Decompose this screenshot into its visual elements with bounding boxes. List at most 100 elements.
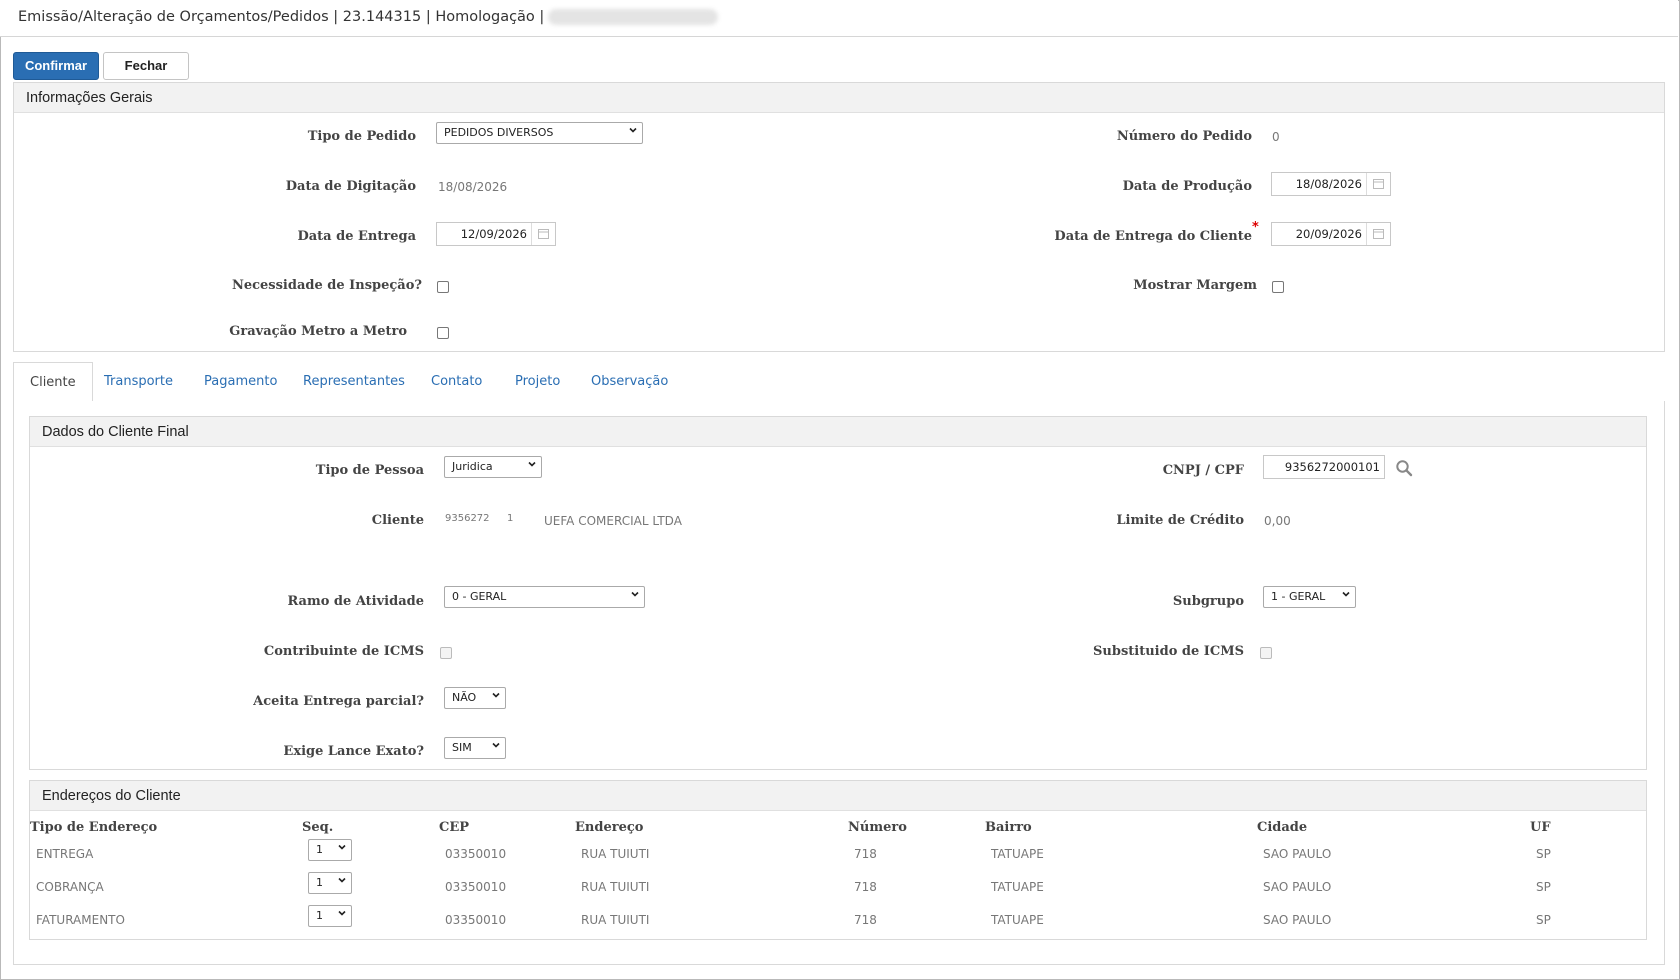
- data-digitacao-value: 18/08/2026: [438, 180, 508, 194]
- row-endereco: RUA TUIUTI: [581, 913, 650, 927]
- calendar-icon[interactable]: [531, 223, 555, 245]
- chevron-down-icon: [1342, 591, 1350, 597]
- row-seq-value: 1: [316, 843, 323, 856]
- entrega-parcial-label: Aceita Entrega parcial?: [253, 694, 424, 709]
- row-cep: 03350010: [445, 880, 507, 894]
- lance-exato-select[interactable]: SIM: [444, 737, 506, 759]
- row-numero: 718: [854, 880, 877, 894]
- limite-credito-value: 0,00: [1264, 514, 1291, 528]
- col-cep: CEP: [439, 820, 470, 835]
- cnpj-input[interactable]: 9356272000101: [1263, 455, 1385, 479]
- gravacao-label: Gravação Metro a Metro: [229, 324, 407, 339]
- limite-credito-label: Limite de Crédito: [1116, 513, 1244, 528]
- lance-exato-value: SIM: [452, 741, 472, 754]
- required-marker: *: [1252, 220, 1259, 235]
- tipo-pessoa-label: Tipo de Pessoa: [315, 463, 424, 478]
- cliente-name: UEFA COMERCIAL LTDA: [544, 514, 682, 528]
- row-seq-select[interactable]: 1: [308, 905, 352, 927]
- row-uf: SP: [1536, 880, 1551, 894]
- numero-pedido-label: Número do Pedido: [1116, 129, 1252, 144]
- search-icon[interactable]: [1395, 459, 1413, 477]
- cliente-seq: 1: [507, 513, 514, 524]
- general-info-panel: Informações Gerais: [13, 82, 1665, 352]
- row-cep: 03350010: [445, 913, 507, 927]
- row-seq-select[interactable]: 1: [308, 872, 352, 894]
- tipo-pedido-select[interactable]: PEDIDOS DIVERSOS: [436, 122, 643, 144]
- icms-label: Contribuinte de ICMS: [263, 644, 424, 659]
- tipo-pessoa-value: Juridica: [452, 460, 493, 473]
- data-digitacao-label: Data de Digitação: [285, 179, 416, 194]
- confirm-button[interactable]: Confirmar: [13, 52, 99, 80]
- col-uf: UF: [1530, 820, 1551, 835]
- redacted-user: [548, 9, 719, 25]
- col-numero: Número: [848, 820, 907, 835]
- title-bar: Emissão/Alteração de Orçamentos/Pedidos …: [0, 0, 1678, 37]
- data-entrega-cliente-value: 20/09/2026: [1295, 227, 1362, 241]
- cliente-code: 9356272: [445, 513, 490, 524]
- tab-contato[interactable]: Contato: [415, 362, 498, 402]
- tab-cliente[interactable]: Cliente: [13, 362, 93, 402]
- row-bairro: TATUAPE: [991, 913, 1044, 927]
- subst-icms-label: Substituido de ICMS: [1093, 644, 1244, 659]
- row-cidade: SAO PAULO: [1263, 913, 1332, 927]
- row-bairro: TATUAPE: [991, 880, 1044, 894]
- data-producao-field[interactable]: 18/08/2026: [1271, 172, 1391, 196]
- mostrar-margem-label: Mostrar Margem: [1133, 278, 1257, 293]
- col-seq: Seq.: [302, 820, 334, 835]
- cnpj-value: 9356272000101: [1284, 460, 1380, 474]
- row-seq-select[interactable]: 1: [308, 839, 352, 861]
- addresses-heading: Endereços do Cliente: [30, 781, 1646, 811]
- ramo-atividade-value: 0 - GERAL: [452, 590, 507, 603]
- chevron-down-icon: [629, 127, 637, 133]
- gravacao-checkbox[interactable]: [437, 327, 449, 339]
- col-endereco: Endereço: [575, 820, 644, 835]
- subgrupo-select[interactable]: 1 - GERAL: [1263, 586, 1356, 608]
- ramo-atividade-select[interactable]: 0 - GERAL: [444, 586, 645, 608]
- addresses-panel: Endereços do Cliente: [29, 780, 1647, 940]
- row-cidade: SAO PAULO: [1263, 847, 1332, 861]
- tipo-pedido-label: Tipo de Pedido: [307, 129, 416, 144]
- col-cidade: Cidade: [1257, 820, 1308, 835]
- subst-icms-checkbox[interactable]: [1260, 647, 1272, 659]
- data-producao-label: Data de Produção: [1122, 179, 1252, 194]
- row-endereco: RUA TUIUTI: [581, 880, 650, 894]
- chevron-down-icon: [492, 692, 500, 698]
- chevron-down-icon: [338, 877, 346, 883]
- tab-bar: Cliente Transporte Pagamento Representan…: [13, 362, 1665, 403]
- window-title-text: Emissão/Alteração de Orçamentos/Pedidos …: [18, 9, 545, 25]
- cnpj-label: CNPJ / CPF: [1162, 463, 1244, 478]
- mostrar-margem-checkbox[interactable]: [1272, 281, 1284, 293]
- calendar-icon[interactable]: [1366, 223, 1390, 245]
- chevron-down-icon: [631, 591, 639, 597]
- row-tipo: ENTREGA: [36, 847, 94, 861]
- ramo-atividade-label: Ramo de Atividade: [287, 594, 424, 609]
- cliente-label: Cliente: [371, 513, 424, 528]
- col-tipo-endereco: Tipo de Endereço: [30, 820, 158, 835]
- row-tipo: FATURAMENTO: [36, 913, 125, 927]
- chevron-down-icon: [528, 461, 536, 467]
- inspecao-checkbox[interactable]: [437, 281, 449, 293]
- tab-observacao[interactable]: Observação: [575, 362, 684, 402]
- data-entrega-cliente-field[interactable]: 20/09/2026: [1271, 222, 1391, 246]
- data-entrega-value: 12/09/2026: [460, 227, 527, 241]
- calendar-icon[interactable]: [1366, 173, 1390, 195]
- row-numero: 718: [854, 847, 877, 861]
- tab-transporte[interactable]: Transporte: [88, 362, 189, 402]
- subgrupo-label: Subgrupo: [1172, 594, 1244, 609]
- tipo-pessoa-select[interactable]: Juridica: [444, 456, 542, 478]
- lance-exato-label: Exige Lance Exato?: [283, 744, 424, 759]
- tab-representantes[interactable]: Representantes: [287, 362, 421, 402]
- row-cidade: SAO PAULO: [1263, 880, 1332, 894]
- entrega-parcial-select[interactable]: NÃO: [444, 687, 506, 709]
- tab-projeto[interactable]: Projeto: [499, 362, 576, 402]
- general-info-heading: Informações Gerais: [14, 83, 1664, 113]
- tab-pagamento[interactable]: Pagamento: [188, 362, 293, 402]
- row-bairro: TATUAPE: [991, 847, 1044, 861]
- icms-checkbox[interactable]: [440, 647, 452, 659]
- data-entrega-label: Data de Entrega: [297, 229, 416, 244]
- tipo-pedido-value: PEDIDOS DIVERSOS: [444, 126, 554, 139]
- chevron-down-icon: [492, 742, 500, 748]
- data-entrega-field[interactable]: 12/09/2026: [436, 222, 556, 246]
- close-button[interactable]: Fechar: [103, 52, 189, 80]
- numero-pedido-value: 0: [1272, 130, 1280, 144]
